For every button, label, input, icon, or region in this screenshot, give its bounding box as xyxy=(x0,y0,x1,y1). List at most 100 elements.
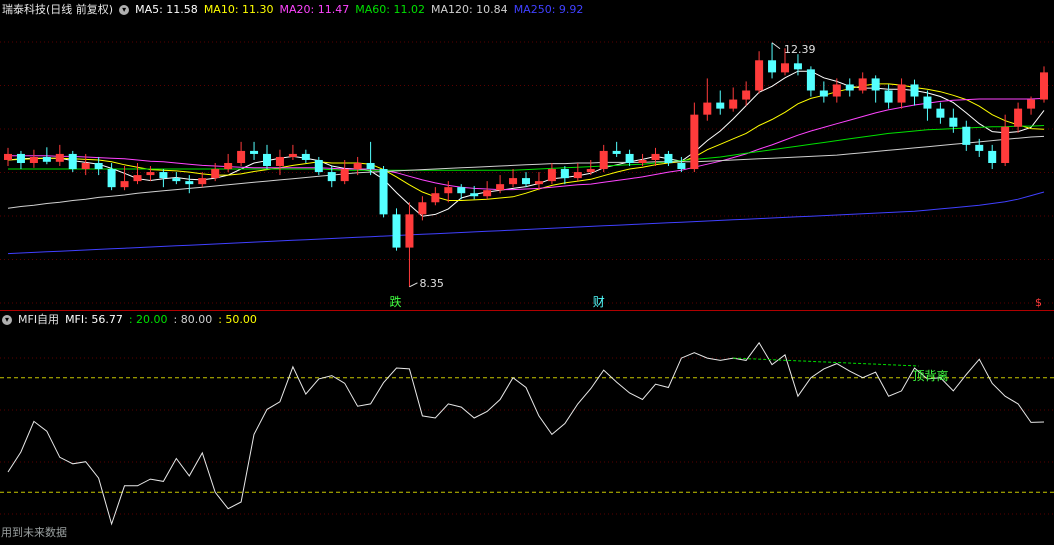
candle-body xyxy=(237,150,246,163)
candle-body xyxy=(301,153,310,160)
candle-body xyxy=(819,90,828,97)
candle-body xyxy=(107,169,116,188)
candle-body xyxy=(444,187,453,194)
event-marker-die: 跌 xyxy=(390,294,402,309)
candle-body xyxy=(1001,126,1010,163)
candle-body xyxy=(884,90,893,103)
footer-note: 用到未来数据 xyxy=(1,526,67,539)
candle-body xyxy=(405,214,414,248)
ma-line-ma60 xyxy=(8,125,1045,171)
candle-body xyxy=(651,153,660,160)
candle-body xyxy=(509,178,518,185)
candle-body xyxy=(988,150,997,163)
candle-body xyxy=(4,153,12,160)
candle-body xyxy=(832,84,841,97)
candle-body xyxy=(612,150,621,154)
candle-body xyxy=(379,169,388,215)
candle-body xyxy=(806,69,815,91)
candle-body xyxy=(55,153,64,162)
candle-body xyxy=(664,153,673,163)
high-price-label: 12.39 xyxy=(784,43,816,56)
candle-body xyxy=(68,153,77,170)
candle-body xyxy=(1040,72,1048,100)
candle-body xyxy=(534,181,543,185)
candle-body xyxy=(470,193,479,197)
chart-stage: 12.39 8.35 跌 财顶背离 瑞泰科技(日线 前复权) ▾ MA5: 11.58 MA… xyxy=(0,0,1054,542)
candle-body xyxy=(457,187,466,194)
candle-body xyxy=(314,159,323,173)
candle-body xyxy=(340,169,349,182)
candle-body xyxy=(392,214,401,248)
end-marker: $ xyxy=(1035,296,1042,309)
candle-body xyxy=(560,169,569,179)
candle-body xyxy=(1027,99,1036,109)
candle-body xyxy=(625,153,634,163)
candle-body xyxy=(729,99,738,109)
candle-body xyxy=(703,102,712,115)
candle-body xyxy=(159,172,168,179)
candle-body xyxy=(146,172,155,176)
indicator-header: ▾ MFI自用 MFI: 56.77: 20.00: 80.00: 50.00 xyxy=(2,312,263,328)
candle-body xyxy=(327,172,336,182)
candle-body xyxy=(781,63,789,73)
candle-body xyxy=(755,60,764,91)
candle-body xyxy=(690,114,699,170)
candle-body xyxy=(418,202,427,215)
candle-body xyxy=(547,169,556,182)
mfi-level-20: : 20.00 xyxy=(128,313,168,326)
candle-body xyxy=(962,126,971,145)
ma250-label: MA250: 9.92 xyxy=(513,3,584,16)
candle-body xyxy=(845,84,854,91)
candle-body xyxy=(81,163,90,170)
candle-body xyxy=(288,153,297,157)
candle-body xyxy=(949,117,958,127)
ma-line-ma250 xyxy=(7,191,1045,255)
low-price-label: 8.35 xyxy=(419,277,444,290)
mfi-level-50: : 50.00 xyxy=(218,313,257,326)
candle-body xyxy=(573,172,582,179)
candle-body xyxy=(211,169,220,179)
candle-body xyxy=(858,78,867,91)
candle-body xyxy=(250,150,259,154)
divergence-line xyxy=(733,357,919,367)
candle-body xyxy=(496,184,505,191)
candle-body xyxy=(923,96,932,109)
candle-body xyxy=(677,163,686,170)
divergence-label: 顶背离 xyxy=(913,368,949,383)
candle-body xyxy=(16,153,25,163)
high-price-pointer xyxy=(771,42,781,50)
candle-body xyxy=(638,159,647,163)
candle-body xyxy=(599,150,608,170)
candle-body xyxy=(586,169,595,173)
candle-body xyxy=(133,175,142,182)
candle-body xyxy=(185,181,194,185)
candle-body xyxy=(353,163,362,170)
indicator-name: MFI自用 xyxy=(18,313,60,326)
ma120-label: MA120: 10.84 xyxy=(430,3,508,16)
candle-body xyxy=(793,63,802,70)
candle-body xyxy=(275,156,284,167)
candle-body xyxy=(224,163,233,170)
mfi-value: MFI: 56.77 xyxy=(65,313,123,326)
candle-body xyxy=(431,193,440,203)
candle-body xyxy=(910,84,919,97)
candle-body xyxy=(42,156,51,162)
candle-body xyxy=(716,102,725,109)
stock-title: 瑞泰科技(日线 前复权) xyxy=(2,3,114,16)
low-price-pointer xyxy=(409,282,418,288)
ma10-label: MA10: 11.30 xyxy=(203,3,274,16)
candle-body xyxy=(263,153,271,167)
event-marker-cai: 财 xyxy=(593,295,605,309)
candle-body xyxy=(522,178,530,185)
chevron-down-icon[interactable]: ▾ xyxy=(119,5,130,15)
candle-body xyxy=(29,156,38,163)
candle-body xyxy=(936,108,945,118)
mfi-line xyxy=(7,341,1045,526)
ma20-label: MA20: 11.47 xyxy=(279,3,350,16)
candle-body xyxy=(94,163,103,170)
candle-body xyxy=(768,60,777,73)
candle-body xyxy=(897,84,906,103)
chevron-down-icon[interactable]: ▾ xyxy=(2,315,12,325)
candle-body xyxy=(1014,108,1023,127)
candle-body xyxy=(483,190,492,197)
